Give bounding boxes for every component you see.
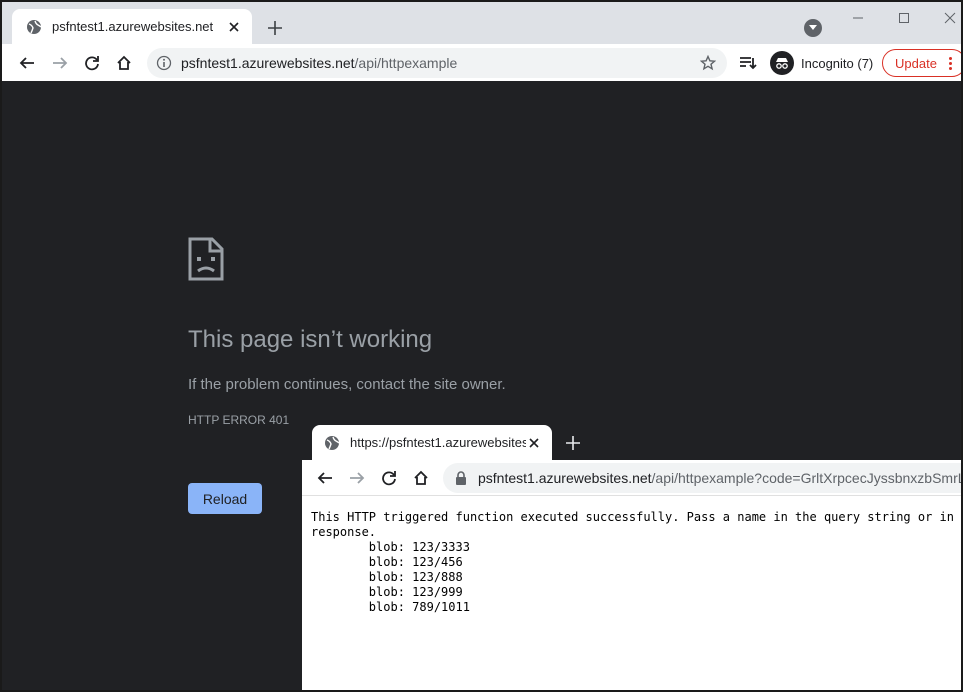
- update-label: Update: [895, 55, 937, 71]
- second-back-button[interactable]: [312, 465, 338, 491]
- url-text[interactable]: psfntest1.azurewebsites.net/api/httpexam…: [181, 55, 698, 71]
- tab-title: psfntest1.azurewebsites.net: [52, 19, 214, 34]
- new-tab-button[interactable]: [264, 17, 286, 39]
- second-address-bar[interactable]: psfntest1.azurewebsites.net/api/httpexam…: [443, 463, 963, 493]
- lock-icon[interactable]: [454, 471, 468, 485]
- second-tab-close-icon[interactable]: [526, 435, 542, 451]
- url-path: /api/httpexample: [354, 55, 458, 71]
- second-browser-window: https://psfntest1.azurewebsites.n psfnte…: [302, 415, 963, 690]
- incognito-icon: [770, 51, 794, 75]
- update-button[interactable]: Update: [882, 49, 961, 77]
- maximize-button[interactable]: [891, 8, 917, 28]
- tab-close-icon[interactable]: [226, 19, 242, 35]
- reload-icon[interactable]: [79, 50, 105, 76]
- reading-list-icon[interactable]: [738, 53, 758, 73]
- error-title: This page isn’t working: [188, 326, 433, 353]
- address-bar[interactable]: psfntest1.azurewebsites.net/api/httpexam…: [147, 48, 727, 78]
- response-line: This HTTP triggered function executed su…: [311, 510, 954, 524]
- forward-button[interactable]: [47, 50, 73, 76]
- info-icon[interactable]: [156, 55, 172, 71]
- minimize-button[interactable]: [845, 8, 871, 28]
- back-button[interactable]: [14, 50, 40, 76]
- second-tab-active[interactable]: https://psfntest1.azurewebsites.n: [312, 425, 552, 460]
- error-code: HTTP ERROR 401: [188, 413, 290, 427]
- reload-button[interactable]: Reload: [188, 483, 262, 514]
- blob-line: blob: 123/3333: [311, 540, 470, 554]
- second-home-button[interactable]: [408, 465, 434, 491]
- error-message: If the problem continues, contact the si…: [188, 376, 506, 393]
- second-new-tab-button[interactable]: [562, 432, 584, 454]
- second-reload-icon[interactable]: [376, 465, 402, 491]
- url-domain: psfntest1.azurewebsites.net: [181, 55, 355, 71]
- second-tab-strip: https://psfntest1.azurewebsites.n: [302, 415, 961, 460]
- response-body: This HTTP triggered function executed su…: [311, 510, 961, 615]
- browser-window: psfntest1.azurewebsites.net psfntest1.az…: [0, 0, 963, 692]
- blob-line: blob: 123/456: [311, 555, 463, 569]
- globe-icon: [324, 435, 340, 451]
- tab-search-button[interactable]: [804, 19, 822, 37]
- toolbar: psfntest1.azurewebsites.net/api/httpexam…: [2, 44, 961, 81]
- incognito-label: Incognito (7): [801, 55, 874, 71]
- second-tab-title: https://psfntest1.azurewebsites.n: [350, 435, 526, 450]
- incognito-button[interactable]: Incognito (7): [769, 49, 877, 77]
- blob-line: blob: 123/888: [311, 570, 463, 584]
- globe-icon: [26, 19, 42, 35]
- blob-line: blob: 789/1011: [311, 600, 470, 614]
- second-url-domain: psfntest1.azurewebsites.net: [478, 470, 652, 486]
- sad-page-icon: [188, 237, 224, 281]
- close-window-button[interactable]: [937, 8, 961, 28]
- second-toolbar: psfntest1.azurewebsites.net/api/httpexam…: [302, 460, 963, 496]
- blob-line: blob: 123/999: [311, 585, 463, 599]
- home-button[interactable]: [111, 50, 137, 76]
- second-url-path: /api/httpexample?code=GrltXrpcecJyssbnxz…: [651, 470, 963, 486]
- second-forward-button[interactable]: [344, 465, 370, 491]
- bookmark-star-icon[interactable]: [698, 53, 718, 73]
- kebab-menu-icon[interactable]: [948, 56, 953, 70]
- tab-active[interactable]: psfntest1.azurewebsites.net: [12, 9, 252, 44]
- second-url-text[interactable]: psfntest1.azurewebsites.net/api/httpexam…: [478, 470, 963, 486]
- tab-strip: psfntest1.azurewebsites.net: [2, 2, 961, 44]
- response-line: response.: [311, 525, 377, 539]
